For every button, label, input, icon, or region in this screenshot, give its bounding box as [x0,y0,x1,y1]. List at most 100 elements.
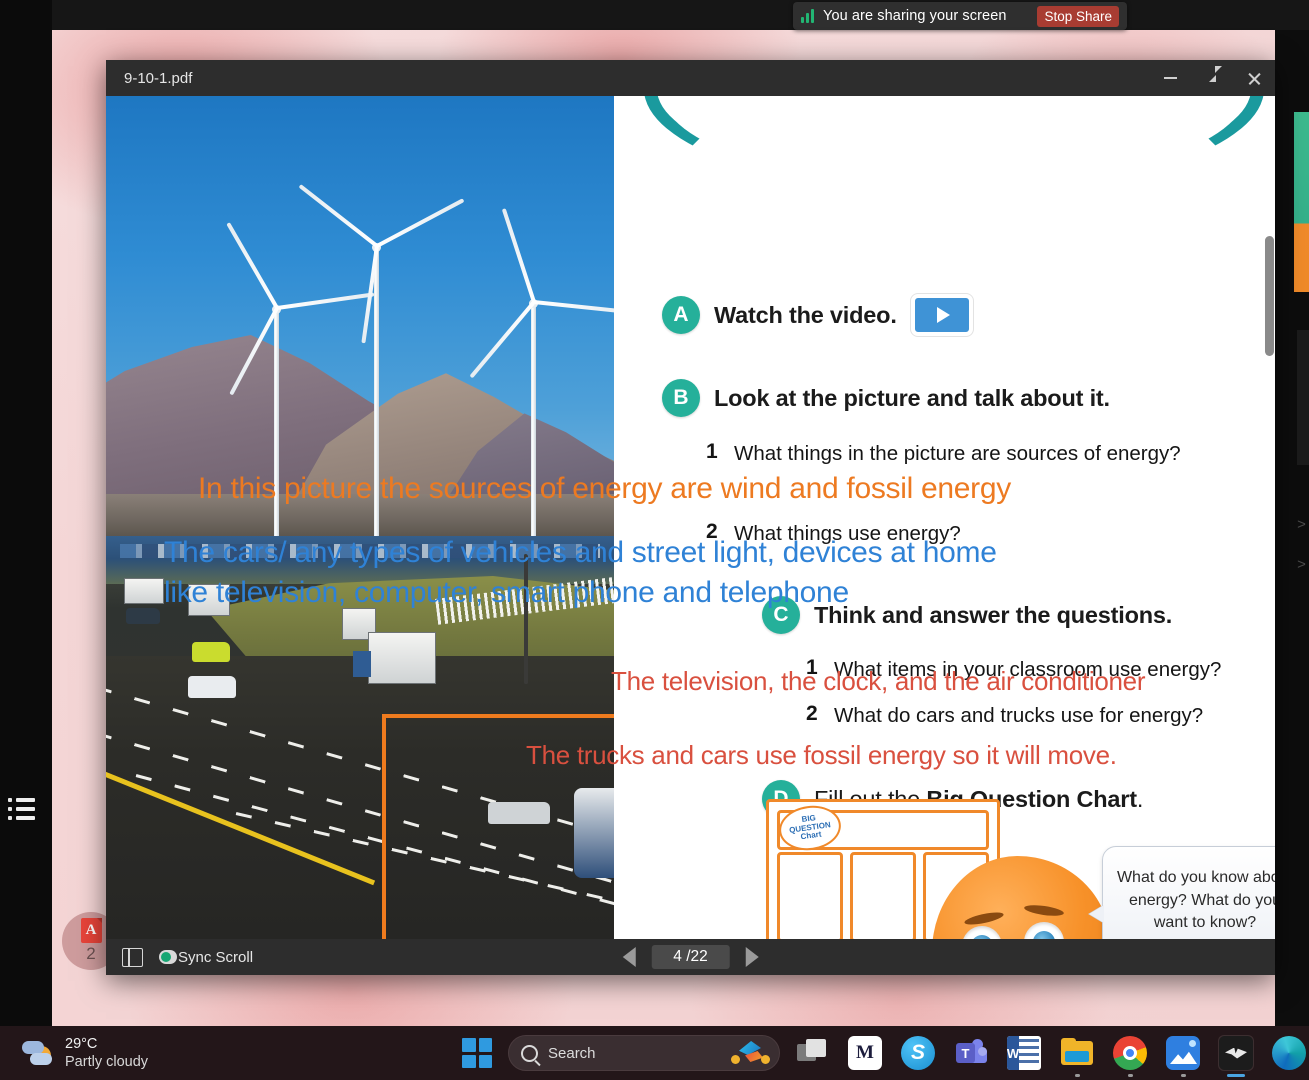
side-panel-icon[interactable] [122,947,143,967]
annotation-orange-1: In this picture the sources of energy ar… [198,472,1011,505]
file-explorer-icon[interactable] [1060,1036,1094,1077]
question-number: 2 [806,702,818,725]
weather-temperature: 29°C [65,1035,98,1052]
task-view-icon[interactable] [795,1036,829,1070]
app-m-icon[interactable]: M [848,1036,882,1070]
truck [124,578,164,604]
question-b1: 1 What things in the picture are sources… [706,440,1181,467]
page-current: 4 [673,948,682,965]
page-navigation: 4 /22 [622,945,759,969]
lesson-text-column: A Watch the video. B Look at the picture… [614,96,1275,939]
right-peek-panel-secondary [1297,330,1309,465]
decorative-arc-inner [662,96,1246,186]
task-letter-a: A [662,296,700,334]
annotation-blue-2: like television, computer, smart phone a… [164,576,849,609]
question-c2: 2 What do cars and trucks use for energy… [806,702,1203,729]
question-text: What things in the picture are sources o… [734,442,1181,465]
screen-share-banner: You are sharing your screen Stop Share [793,2,1127,30]
search-icon [521,1044,538,1062]
screen-share-app-icon[interactable] [1219,1036,1253,1077]
share-message: You are sharing your screen [823,8,1007,24]
page-scrollbar-thumb[interactable] [1265,236,1274,356]
restore-button[interactable] [1191,60,1233,96]
windows-start-icon[interactable] [462,1038,492,1068]
page-number-field[interactable]: 4 /22 [651,945,730,969]
minimize-button[interactable] [1149,60,1191,96]
windows-taskbar: 29°C Partly cloudy Search M S T W [0,1026,1309,1080]
weather-widget[interactable]: 29°C Partly cloudy [22,1035,148,1071]
sync-scroll-label: Sync Scroll [178,948,254,966]
wind-turbine-1 [225,222,374,548]
speech-bubble: What do you know about energy? What do y… [1102,846,1275,939]
photos-icon[interactable] [1166,1036,1200,1077]
taskbar-center-group: Search [462,1035,780,1071]
chrome-icon[interactable] [1113,1036,1147,1077]
wind-turbine-5 [468,208,614,548]
word-letter: W [1007,1036,1019,1070]
sync-scroll-toggle[interactable]: Sync Scroll [159,949,253,966]
word-icon[interactable]: W [1007,1036,1041,1070]
taskbar-app-icons: M S T W [795,1036,1306,1077]
teams-letter: T [956,1043,975,1063]
list-icon[interactable] [8,798,38,830]
bqc-column [850,852,916,939]
search-input[interactable]: Search [508,1035,780,1071]
task-letter-b: B [662,379,700,417]
pdf-bottom-toolbar: Sync Scroll 4 /22 [106,939,1275,975]
question-text: What do cars and trucks use for energy? [834,704,1204,727]
next-page-icon[interactable] [745,947,759,967]
task-label-c: Think and answer the questions. [814,601,1173,628]
task-label-a: Watch the video. [714,301,897,328]
teams-icon[interactable]: T [954,1036,988,1070]
pdf-title: 9-10-1.pdf [124,69,193,87]
car [188,676,236,698]
pdf-dock-count: 2 [86,944,96,963]
skype-icon[interactable]: S [901,1036,935,1070]
question-number: 1 [706,440,718,463]
restore-icon [1208,65,1222,82]
edge-icon[interactable] [1272,1036,1306,1070]
partly-cloudy-icon [22,1039,54,1067]
minimize-icon [1163,77,1177,79]
pdf-titlebar[interactable]: 9-10-1.pdf [106,60,1275,96]
search-placeholder: Search [548,1044,596,1062]
bqc-column [777,852,843,939]
close-icon [1247,71,1262,86]
bird-icon [729,1041,771,1067]
task-row-a: A Watch the video. [662,294,973,336]
right-peek-panel [1294,112,1309,292]
signal-bars-icon [801,9,814,23]
bqc-logo-line3: Chart [800,829,823,842]
left-dark-rail [0,0,52,1026]
annotation-red-2: The trucks and cars use fossil energy so… [526,740,1117,770]
truck [353,632,436,684]
task-row-b: B Look at the picture and talk about it. [662,379,1110,417]
mascot-brow-left [963,909,1005,928]
lesson-photo [106,96,614,939]
play-icon [936,307,950,323]
screen-root: > > A 2 You are sharing your screen Stop … [0,0,1309,1080]
light-pole [524,554,528,684]
pdf-viewer-window: 9-10-1.pdf A Watch the video. B Look at … [106,60,1275,975]
task-d-suffix: . [1136,785,1144,812]
car [126,608,160,624]
pdf-page-canvas[interactable]: A Watch the video. B Look at the picture… [106,96,1275,939]
annotation-red-1: The television, the clock, and the air c… [611,666,1146,696]
play-video-button[interactable] [910,294,973,336]
right-chevron-icons: > > [1297,516,1306,573]
mascot-eye-left [962,926,1002,939]
annotation-blue-1: The cars/ any types of vehicles and stre… [164,536,997,569]
toggle-knob [159,950,177,964]
prev-page-icon[interactable] [622,947,636,967]
weather-condition: Partly cloudy [65,1054,149,1070]
stop-share-button[interactable]: Stop Share [1037,5,1119,27]
skype-letter: S [901,1036,935,1070]
pdf-icon: A [80,918,102,943]
car [192,642,230,662]
page-total: /22 [686,948,708,965]
mascot-eye-right [1024,922,1064,939]
mascot-brow-right [1023,903,1065,918]
window-controls [1149,60,1275,96]
task-label-b: Look at the picture and talk about it. [714,384,1110,411]
close-button[interactable] [1233,60,1275,96]
